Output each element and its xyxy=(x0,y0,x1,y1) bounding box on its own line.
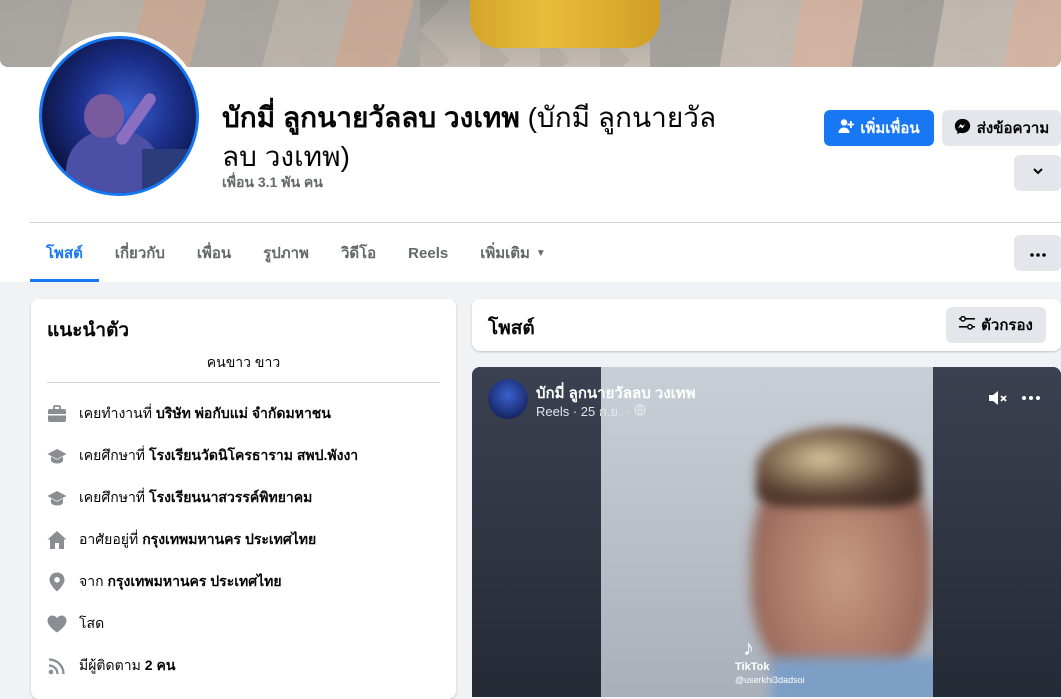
reel-meta: Reels · 25 ก.ย. · xyxy=(536,401,646,422)
intro-item-from: จาก กรุงเทพมหานคร ประเทศไทย xyxy=(47,571,282,593)
filter-label: ตัวกรอง xyxy=(981,317,1033,334)
intro-item-value[interactable]: บริษัท พ่อกับแม่ จำกัดมหาชน xyxy=(156,403,331,425)
intro-item-prefix: อาศัยอยู่ที่ xyxy=(79,531,139,547)
intro-item-prefix: เคยศึกษาที่ xyxy=(79,489,146,505)
more-dots-icon xyxy=(1029,244,1046,262)
reel-post[interactable]: ♪ TikTok @userkhi3dadsoi บักมี่ ลูกนายวั… xyxy=(472,367,1061,697)
briefcase-icon xyxy=(47,404,67,424)
tiktok-logo-icon: ♪ xyxy=(743,635,754,660)
rss-icon xyxy=(47,656,67,676)
add-friend-button[interactable]: เพิ่มเพื่อน xyxy=(824,110,934,146)
reel-video[interactable]: ♪ TikTok @userkhi3dadsoi xyxy=(601,367,933,697)
filter-sliders-icon xyxy=(959,315,976,334)
more-dots-icon[interactable] xyxy=(1020,387,1042,409)
header-divider xyxy=(30,222,1061,223)
filter-button[interactable]: ตัวกรอง xyxy=(946,307,1046,343)
tabs-more-button[interactable] xyxy=(1014,235,1061,271)
intro-title: แนะนำตัว xyxy=(47,320,130,341)
intro-item-relationship: โสด xyxy=(47,613,104,635)
tab-posts[interactable]: โพสต์ xyxy=(30,224,99,282)
intro-divider xyxy=(47,382,440,383)
profile-alt-name: (บักมี ลูกนายวัล xyxy=(527,102,717,133)
tab-photos[interactable]: รูปภาพ xyxy=(247,224,325,282)
profile-name-primary: บักมี่ ลูกนายวัลลบ วงเทพ xyxy=(222,102,520,133)
profile-header: บักมี่ ลูกนายวัลลบ วงเทพ (บักมี ลูกนายวั… xyxy=(0,0,1061,282)
intro-item-lives-in: อาศัยอยู่ที่ กรุงเทพมหานคร ประเทศไทย xyxy=(47,529,316,551)
posts-header-card: โพสต์ ตัวกรอง xyxy=(472,299,1061,351)
tab-reels[interactable]: Reels xyxy=(392,224,464,282)
message-label: ส่งข้อความ xyxy=(976,120,1050,137)
intro-bio: คนขาว ขาว xyxy=(206,354,281,370)
intro-item-education: เคยศึกษาที่ โรงเรียนนาสวรรค์พิทยาคม xyxy=(47,487,312,509)
graduation-cap-icon xyxy=(47,446,67,466)
caret-down-icon: ▼ xyxy=(535,247,546,259)
profile-tabs: โพสต์ เกี่ยวกับ เพื่อน รูปภาพ วิดีโอ Ree… xyxy=(30,224,562,282)
intro-item-label: โสด xyxy=(79,615,105,631)
mute-icon[interactable] xyxy=(987,387,1009,409)
intro-item-prefix: เคยศึกษาที่ xyxy=(79,447,146,463)
reel-author-avatar[interactable] xyxy=(488,379,528,419)
intro-item-followers: มีผู้ติดตาม 2 คน xyxy=(47,655,175,677)
tiktok-username: @userkhi3dadsoi xyxy=(735,675,805,685)
friends-count[interactable]: เพื่อน 3.1 พัน คน xyxy=(222,172,323,194)
globe-icon xyxy=(633,404,646,419)
heart-icon xyxy=(47,614,67,634)
intro-item-value[interactable]: 2 คน xyxy=(145,655,176,677)
chevron-down-icon xyxy=(1031,164,1045,182)
add-friend-icon xyxy=(838,118,855,138)
tab-videos[interactable]: วิดีโอ xyxy=(325,224,392,282)
intro-item-work: เคยทำงานที่ บริษัท พ่อกับแม่ จำกัดมหาชน xyxy=(47,403,331,425)
tiktok-brand: TikTok xyxy=(735,661,770,673)
tiktok-watermark: ♪ TikTok @userkhi3dadsoi xyxy=(735,635,805,685)
posts-title: โพสต์ xyxy=(488,318,535,339)
profile-picture[interactable] xyxy=(35,32,203,200)
message-button[interactable]: ส่งข้อความ xyxy=(942,110,1061,146)
intro-item-value[interactable]: กรุงเทพมหานคร ประเทศไทย xyxy=(108,571,282,593)
messenger-icon xyxy=(954,118,971,139)
intro-card: แนะนำตัว คนขาว ขาว เคยทำงานที่ บริษัท พ่… xyxy=(31,299,456,699)
intro-item-education: เคยศึกษาที่ โรงเรียนวัดนิโครธาราม สพป.พั… xyxy=(47,445,358,467)
profile-options-button[interactable] xyxy=(1014,155,1061,191)
home-icon xyxy=(47,530,67,550)
add-friend-label: เพิ่มเพื่อน xyxy=(860,120,920,137)
intro-item-prefix: มีผู้ติดตาม xyxy=(79,657,141,673)
intro-item-prefix: จาก xyxy=(79,573,104,589)
intro-item-value[interactable]: กรุงเทพมหานคร ประเทศไทย xyxy=(142,529,316,551)
intro-item-value[interactable]: โรงเรียนนาสวรรค์พิทยาคม xyxy=(149,487,312,509)
location-pin-icon xyxy=(47,572,67,592)
profile-name: บักมี่ ลูกนายวัลลบ วงเทพ (บักมี ลูกนายวั… xyxy=(222,96,716,140)
tab-more-label: เพิ่มเติม xyxy=(480,245,530,262)
graduation-cap-icon xyxy=(47,488,67,508)
reel-meta-text[interactable]: Reels · 25 ก.ย. · xyxy=(536,401,630,422)
tab-about[interactable]: เกี่ยวกับ xyxy=(99,224,181,282)
tab-friends[interactable]: เพื่อน xyxy=(181,224,247,282)
tab-more[interactable]: เพิ่มเติม ▼ xyxy=(464,224,562,282)
avatar xyxy=(39,36,199,196)
intro-item-prefix: เคยทำงานที่ xyxy=(79,405,152,421)
intro-item-value[interactable]: โรงเรียนวัดนิโครธาราม สพป.พังงา xyxy=(149,445,358,467)
